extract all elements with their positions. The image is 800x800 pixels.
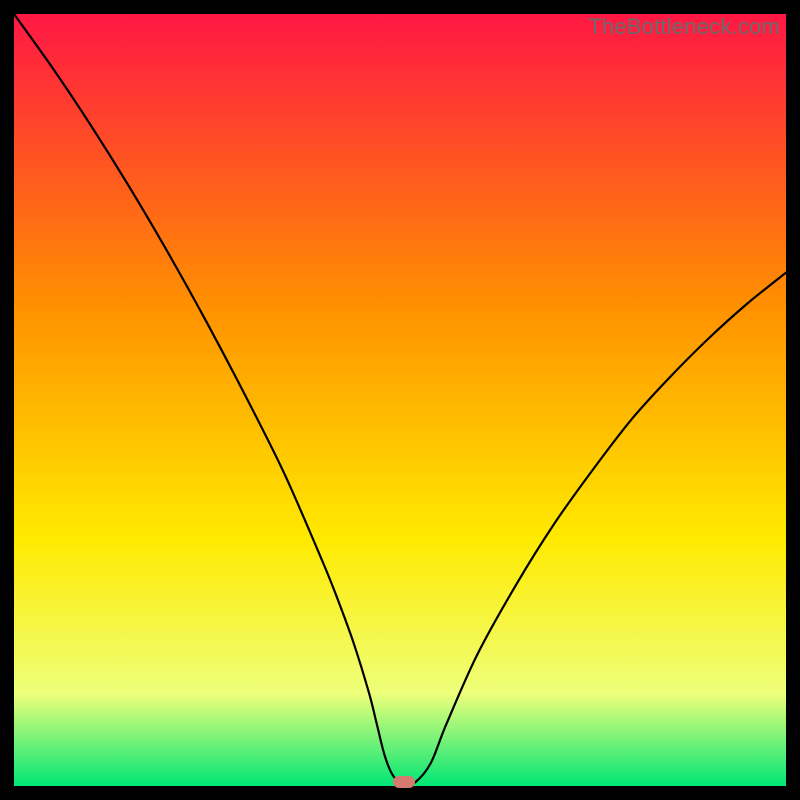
bottleneck-chart (14, 14, 786, 786)
optimal-point-marker (393, 776, 415, 788)
gradient-background (14, 14, 786, 786)
watermark-text: TheBottleneck.com (588, 14, 780, 40)
chart-frame: TheBottleneck.com (14, 14, 786, 786)
